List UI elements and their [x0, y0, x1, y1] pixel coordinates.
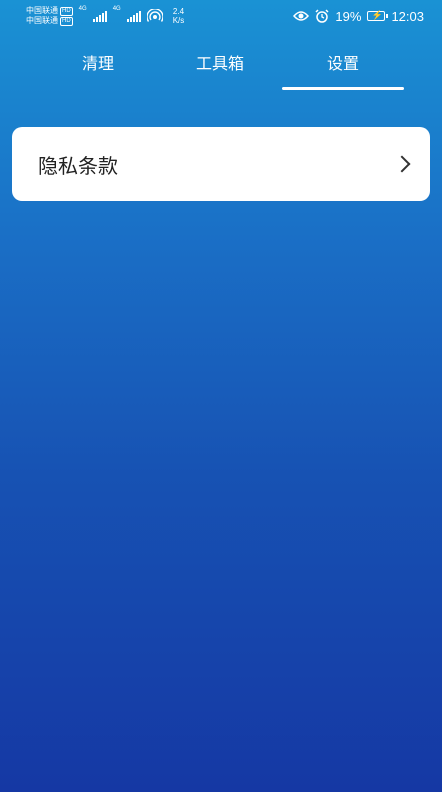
tab-clean[interactable]: 清理	[38, 40, 158, 84]
battery-percent: 19%	[335, 8, 362, 24]
network-type-2: 4G	[112, 6, 121, 12]
privacy-policy-label: 隐私条款	[38, 153, 118, 178]
speed-value: 2.4	[172, 7, 185, 16]
hd-badge: HD	[60, 6, 73, 16]
status-bar: 中国联通 HD 中国联通 HD 4G 4G 2.4 K/s 19% ⚡ 12:0…	[0, 0, 442, 32]
tab-bar: 清理 工具箱 设置	[0, 40, 442, 92]
alarm-icon	[315, 9, 329, 23]
carrier-name-1: 中国联通	[26, 6, 58, 15]
carrier-info: 中国联通 HD 中国联通 HD	[26, 6, 73, 26]
speed-unit: K/s	[172, 16, 185, 25]
eye-icon	[293, 11, 310, 21]
network-speed: 2.4 K/s	[173, 7, 185, 25]
carrier-name-2: 中国联通	[26, 16, 58, 25]
hotspot-icon	[146, 9, 163, 22]
status-right: 19% ⚡ 12:03	[293, 9, 424, 24]
chevron-right-icon	[393, 155, 411, 173]
status-time: 12:03	[391, 8, 424, 24]
signal-icon	[126, 10, 141, 22]
battery-icon: ⚡	[367, 10, 389, 21]
tab-settings[interactable]: 设置	[283, 40, 403, 84]
hd-badge: HD	[60, 16, 73, 26]
tab-toolbox[interactable]: 工具箱	[160, 40, 280, 84]
active-tab-indicator	[282, 87, 404, 90]
network-type-1: 4G	[78, 6, 87, 12]
signal-icon	[92, 10, 107, 22]
status-left: 中国联通 HD 中国联通 HD 4G 4G 2.4 K/s	[26, 6, 184, 26]
privacy-policy-item[interactable]: 隐私条款	[12, 127, 430, 201]
